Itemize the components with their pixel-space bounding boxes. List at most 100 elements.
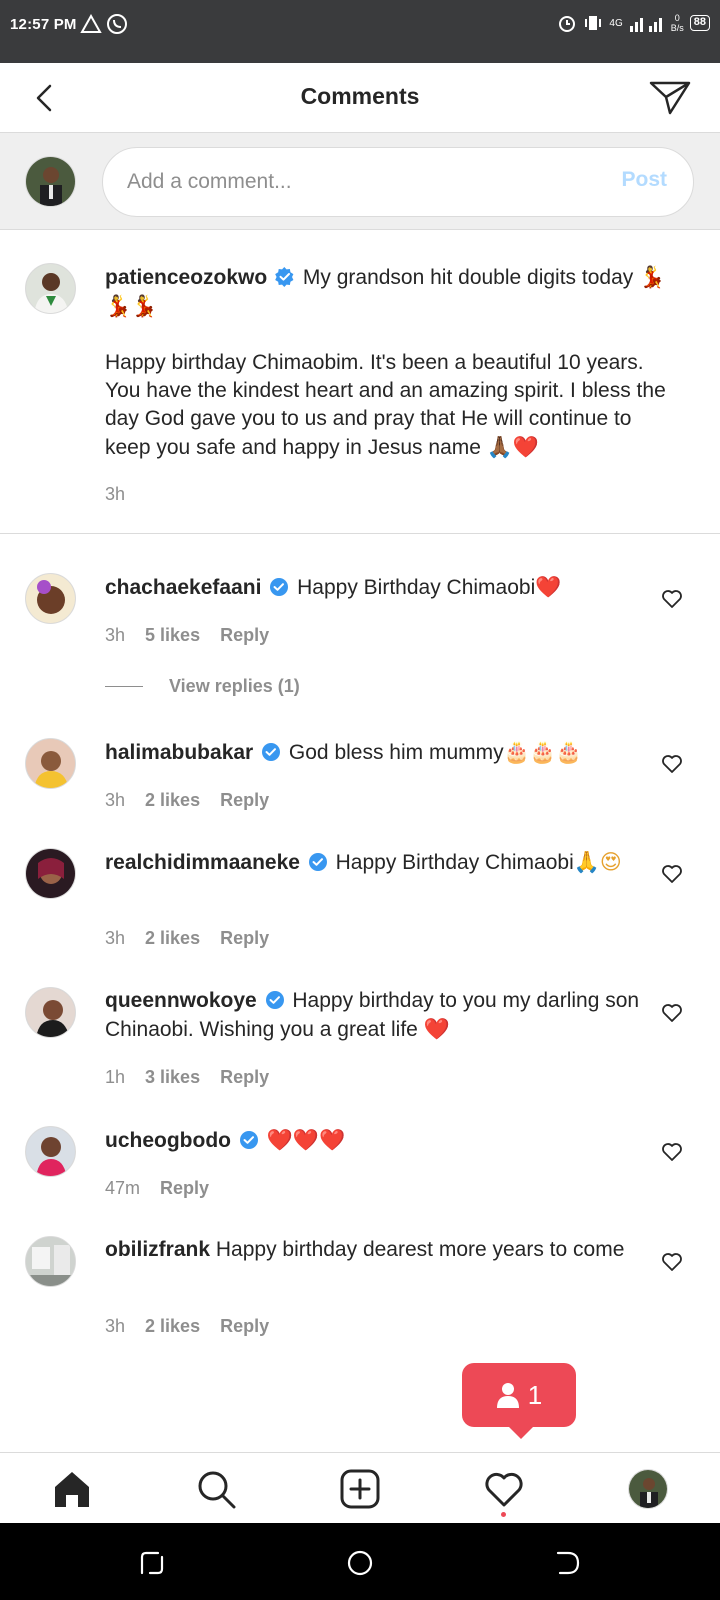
comment-time: 3h: [105, 928, 126, 948]
alarm-icon: [559, 16, 576, 32]
comment-emoji: ❤️: [423, 1017, 450, 1041]
avatar[interactable]: [25, 738, 76, 789]
heart-outline-icon[interactable]: [660, 1001, 684, 1025]
status-notification-icons: [80, 13, 128, 35]
view-replies-button[interactable]: View replies (1): [105, 676, 300, 697]
reply-button[interactable]: Reply: [220, 625, 269, 646]
comment-input[interactable]: [127, 164, 587, 200]
heart-outline-icon[interactable]: [660, 752, 684, 776]
comment-text: realchidimmaaneke Happy Birthday Chimaob…: [105, 848, 675, 877]
caption-text: patienceozokwo My grandson hit double di…: [105, 263, 675, 462]
comment-username[interactable]: realchidimmaaneke: [105, 851, 300, 874]
comment-time: 3h: [105, 484, 126, 504]
verified-badge-icon: [262, 743, 281, 761]
comment-meta: 3h 5 likes Reply: [105, 625, 269, 646]
comment-time: 3h: [105, 625, 126, 645]
paper-plane-icon[interactable]: [648, 77, 692, 117]
comment-username[interactable]: chachaekefaani: [105, 576, 261, 599]
reply-button[interactable]: Reply: [160, 1178, 209, 1199]
comment-content: God bless him mummy: [288, 741, 504, 764]
avatar[interactable]: [25, 263, 76, 314]
comment-time: 3h: [105, 790, 126, 810]
comment-time: 3h: [105, 1316, 126, 1336]
comment-username[interactable]: patienceozokwo: [105, 266, 267, 289]
comment-meta: 3h 2 likes Reply: [105, 1316, 269, 1337]
profile-avatar[interactable]: [628, 1469, 668, 1509]
comment-content: Happy Birthday Chimaobi: [335, 851, 574, 874]
comment-username[interactable]: halimabubakar: [105, 741, 253, 764]
avatar[interactable]: [25, 987, 76, 1038]
bottom-navigation: [0, 1452, 720, 1523]
vibrate-icon: [585, 16, 602, 30]
avatar[interactable]: [25, 848, 76, 899]
status-time: 12:57 PM: [10, 16, 77, 33]
comments-header: Comments: [0, 63, 720, 133]
battery-indicator: 88: [689, 15, 710, 31]
page-title: Comments: [300, 83, 420, 109]
comment-likes[interactable]: 2 likes: [145, 1316, 200, 1337]
comment-emoji: 🙏😍: [573, 850, 622, 874]
heart-outline-icon[interactable]: [660, 1140, 684, 1164]
heart-outline-icon[interactable]: [660, 1250, 684, 1274]
recent-apps-icon[interactable]: [138, 1549, 166, 1577]
back-system-icon[interactable]: [554, 1549, 582, 1577]
comment-composer: Post: [0, 133, 720, 230]
replies-line: [105, 686, 143, 687]
comment-text: halimabubakar God bless him mummy🎂🎂🎂: [105, 738, 675, 767]
comment-likes[interactable]: 2 likes: [145, 790, 200, 811]
status-right-icons: 4G 0 B/s 88: [557, 13, 710, 33]
reply-button[interactable]: Reply: [220, 1067, 269, 1088]
caption-body: Happy birthday Chimaobim. It's been a be…: [105, 349, 675, 462]
heart-outline-icon[interactable]: [660, 862, 684, 886]
data-speed: 0 B/s: [670, 13, 684, 33]
search-icon[interactable]: [196, 1469, 236, 1509]
comment-meta: 3h 2 likes Reply: [105, 928, 269, 949]
caption-line-1: My grandson hit double digits today: [302, 266, 634, 289]
avatar[interactable]: [25, 1236, 76, 1287]
verified-badge-icon: [308, 853, 327, 871]
whatsapp-icon: [107, 14, 127, 34]
reply-button[interactable]: Reply: [220, 790, 269, 811]
comment-content: Happy birthday dearest more years to com…: [215, 1238, 625, 1261]
comment-time: 47m: [105, 1178, 141, 1198]
comment-emoji: 🎂🎂🎂: [503, 740, 583, 764]
comment-text: obilizfrank Happy birthday dearest more …: [105, 1236, 675, 1264]
verified-badge-icon: [275, 267, 294, 287]
avatar[interactable]: [25, 156, 76, 207]
comment-emoji: ❤️❤️❤️: [266, 1128, 346, 1152]
heart-outline-icon[interactable]: [660, 587, 684, 611]
toast-count: 1: [527, 1379, 543, 1410]
comment-likes[interactable]: 5 likes: [145, 625, 200, 646]
comment-username[interactable]: ucheogbodo: [105, 1129, 231, 1152]
comment-likes[interactable]: 3 likes: [145, 1067, 200, 1088]
network-type: 4G: [609, 17, 623, 29]
reply-button[interactable]: Reply: [220, 928, 269, 949]
activity-heart-icon[interactable]: [484, 1469, 524, 1509]
post-button[interactable]: Post: [621, 168, 667, 192]
verified-badge-icon: [265, 991, 284, 1009]
comment-likes[interactable]: 2 likes: [145, 928, 200, 949]
verified-badge-icon: [270, 578, 289, 596]
comment-meta: 3h 2 likes Reply: [105, 790, 269, 811]
avatar[interactable]: [25, 1126, 76, 1177]
reply-button[interactable]: Reply: [220, 1316, 269, 1337]
status-bar: 12:57 PM 4G 0 B/s 88: [0, 0, 720, 63]
home-circle-icon[interactable]: [346, 1549, 374, 1577]
comment-text: chachaekefaani Happy Birthday Chimaobi❤️: [105, 573, 675, 602]
new-post-icon[interactable]: [340, 1469, 380, 1509]
comment-meta: 1h 3 likes Reply: [105, 1067, 269, 1088]
comment-meta: 47m Reply: [105, 1178, 209, 1199]
signal-icon: [629, 18, 662, 32]
verified-badge-icon: [239, 1131, 258, 1149]
warning-icon: [80, 14, 102, 33]
comment-username[interactable]: queennwokoye: [105, 989, 257, 1012]
comment-text: queennwokoye Happy birthday to you my da…: [105, 987, 675, 1044]
avatar[interactable]: [25, 573, 76, 624]
activity-dot: [501, 1512, 506, 1517]
comment-username[interactable]: obilizfrank: [105, 1238, 210, 1261]
comment-time: 1h: [105, 1067, 126, 1087]
home-icon[interactable]: [52, 1469, 92, 1509]
person-icon: [496, 1383, 519, 1408]
comment-input-wrapper[interactable]: Post: [102, 147, 694, 217]
follower-notification-toast[interactable]: 1: [462, 1363, 576, 1439]
